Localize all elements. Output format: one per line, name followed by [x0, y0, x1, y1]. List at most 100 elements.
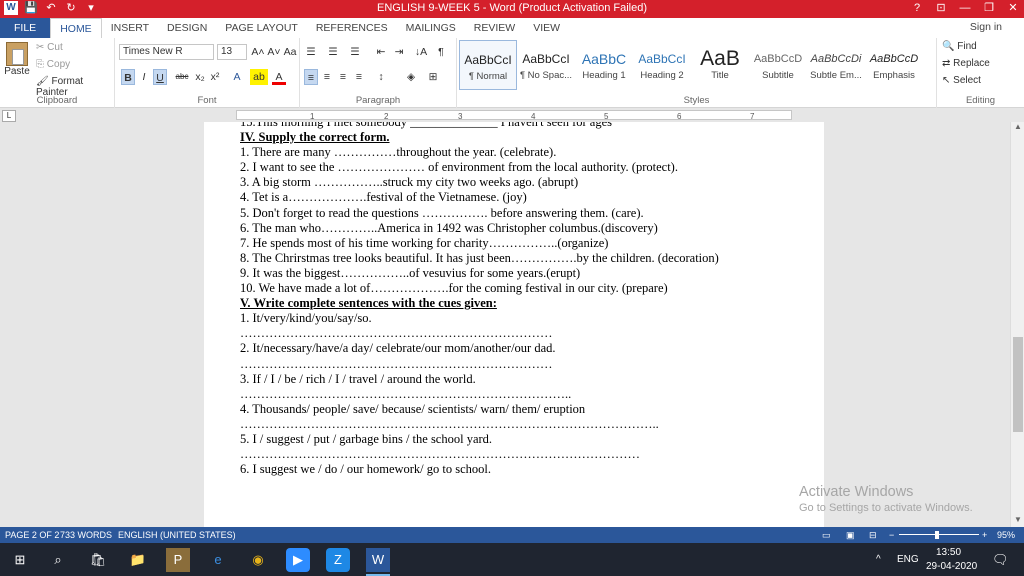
sort-icon[interactable]: ↓A [414, 44, 428, 60]
cut-label: Cut [47, 42, 63, 53]
notifications-icon[interactable]: 🗨 [992, 552, 1009, 568]
word-count[interactable]: 733 WORDS [60, 527, 112, 543]
chrome-icon[interactable]: ◉ [246, 548, 270, 572]
app-p-icon[interactable]: P [166, 548, 190, 572]
grow-font-button[interactable]: A˄ [250, 44, 266, 60]
select-button[interactable]: ↖ Select [942, 75, 981, 86]
shading-icon[interactable]: ◈ [404, 69, 418, 85]
increase-indent-icon[interactable]: ⇥ [392, 44, 406, 60]
clock-time[interactable]: 13:50 [936, 547, 961, 558]
start-icon[interactable]: ⊞ [8, 548, 32, 572]
copy-button[interactable]: ⎘ Copy [36, 59, 70, 70]
tab-page-layout[interactable]: PAGE LAYOUT [216, 18, 307, 38]
language-indicator[interactable]: ENGLISH (UNITED STATES) [118, 527, 236, 543]
multilevel-list-icon[interactable]: ☰ [348, 44, 362, 60]
style-preview: AaBbCcD [753, 53, 803, 65]
restore-button[interactable]: ❐ [982, 1, 996, 15]
style-preview: AaBbCcDi [810, 53, 862, 65]
italic-button[interactable]: I [137, 69, 151, 85]
scroll-down-arrow-icon[interactable]: ▼ [1011, 515, 1024, 527]
tab-view[interactable]: VIEW [524, 18, 569, 38]
font-size-box[interactable]: 13 [217, 44, 247, 60]
style-title[interactable]: AaB Title [691, 40, 749, 90]
bold-button[interactable]: B [121, 69, 135, 85]
print-layout-icon[interactable]: ▣ [846, 527, 855, 543]
tab-mailings[interactable]: MAILINGS [397, 18, 465, 38]
scroll-up-arrow-icon[interactable]: ▲ [1011, 122, 1024, 134]
font-name-box[interactable]: Times New R [119, 44, 214, 60]
find-button[interactable]: 🔍 Find [942, 41, 977, 52]
tab-file[interactable]: FILE [0, 18, 51, 38]
center-icon[interactable]: ≡ [320, 69, 334, 85]
highlight-button[interactable]: ab [250, 69, 268, 85]
style-subtitle[interactable]: AaBbCcD Subtitle [749, 40, 807, 90]
scrollbar-thumb[interactable] [1013, 337, 1023, 432]
decrease-indent-icon[interactable]: ⇤ [374, 44, 388, 60]
zoom-in-button[interactable]: + [982, 527, 987, 543]
web-layout-icon[interactable]: ⊟ [869, 527, 877, 543]
style-heading-1[interactable]: AaBbC Heading 1 [575, 40, 633, 90]
search-icon[interactable]: ⌕ [46, 548, 70, 572]
show-marks-icon[interactable]: ¶ [434, 44, 448, 60]
zoom-slider-thumb[interactable] [935, 531, 939, 539]
style-name: Subtitle [762, 70, 794, 81]
activate-windows-watermark: Activate Windows Go to Settings to activ… [799, 484, 973, 514]
store-icon[interactable]: 🛍 [86, 548, 110, 572]
align-right-icon[interactable]: ≡ [336, 69, 350, 85]
underline-button[interactable]: U [153, 69, 167, 85]
align-left-icon[interactable]: ≡ [304, 69, 318, 85]
style-heading-2[interactable]: AaBbCcI Heading 2 [633, 40, 691, 90]
zoom-out-button[interactable]: − [889, 527, 894, 543]
input-language[interactable]: ENG [897, 554, 919, 565]
vertical-scrollbar[interactable]: ▲ ▼ [1010, 122, 1024, 527]
word-taskbar-icon[interactable]: W [366, 548, 390, 576]
superscript-button[interactable]: x² [208, 69, 222, 85]
justify-icon[interactable]: ≡ [352, 69, 366, 85]
replace-button[interactable]: ⇄ Replace [942, 58, 990, 69]
clock-date[interactable]: 29-04-2020 [926, 561, 977, 572]
horizontal-ruler[interactable]: 1 2 3 4 5 6 7 [0, 108, 1024, 122]
subscript-button[interactable]: x₂ [193, 69, 207, 85]
tab-references[interactable]: REFERENCES [307, 18, 397, 38]
paste-button[interactable]: Paste [4, 42, 30, 77]
zoom-slider-track[interactable] [899, 534, 979, 535]
cut-button[interactable]: ✂ Cut [36, 42, 63, 53]
window-controls: ? ⊡ — ❐ ✕ [910, 1, 1020, 15]
tray-overflow-icon[interactable]: ^ [876, 554, 881, 565]
style-no-spacing[interactable]: AaBbCcI ¶ No Spac... [517, 40, 575, 90]
edge-icon[interactable]: e [206, 548, 230, 572]
strikethrough-button[interactable]: abc [173, 69, 191, 85]
document-body[interactable]: 15.This morning I met somebody _________… [240, 122, 800, 477]
style-subtle-emphasis[interactable]: AaBbCcDi Subtle Em... [807, 40, 865, 90]
change-case-button[interactable]: Aa [282, 44, 298, 60]
tab-review[interactable]: REVIEW [465, 18, 524, 38]
text-effects-button[interactable]: A [230, 69, 244, 85]
zalo-icon[interactable]: Z [326, 548, 350, 572]
file-explorer-icon[interactable]: 📁 [126, 548, 150, 572]
borders-icon[interactable]: ⊞ [426, 69, 440, 85]
bullets-icon[interactable]: ☰ [304, 44, 318, 60]
document-page[interactable]: 15.This morning I met somebody _________… [204, 122, 824, 527]
zoom-app-icon[interactable]: ▶ [286, 548, 310, 572]
style-normal[interactable]: AaBbCcI ¶ Normal [459, 40, 517, 90]
style-emphasis[interactable]: AaBbCcD Emphasis [865, 40, 923, 90]
tab-insert[interactable]: INSERT [102, 18, 158, 38]
page-count[interactable]: PAGE 2 OF 2 [5, 527, 59, 543]
minimize-button[interactable]: — [958, 1, 972, 15]
ruler-number: 5 [604, 112, 609, 121]
read-mode-icon[interactable]: ▭ [822, 527, 831, 543]
shrink-font-button[interactable]: A˅ [266, 44, 282, 60]
help-icon[interactable]: ? [910, 1, 924, 15]
numbering-icon[interactable]: ☰ [326, 44, 340, 60]
tab-home[interactable]: HOME [50, 18, 102, 38]
sign-in-link[interactable]: Sign in [970, 21, 1002, 33]
tab-selector[interactable]: L [2, 110, 16, 122]
replace-label: Replace [953, 58, 990, 69]
zoom-level[interactable]: 95% [997, 527, 1015, 543]
tab-design[interactable]: DESIGN [158, 18, 216, 38]
close-button[interactable]: ✕ [1006, 1, 1020, 15]
ribbon-display-options-icon[interactable]: ⊡ [934, 1, 948, 15]
paragraph-group-label: Paragraph [355, 95, 401, 106]
font-color-button[interactable]: A [272, 69, 286, 85]
line-spacing-icon[interactable]: ↕ [374, 69, 388, 85]
